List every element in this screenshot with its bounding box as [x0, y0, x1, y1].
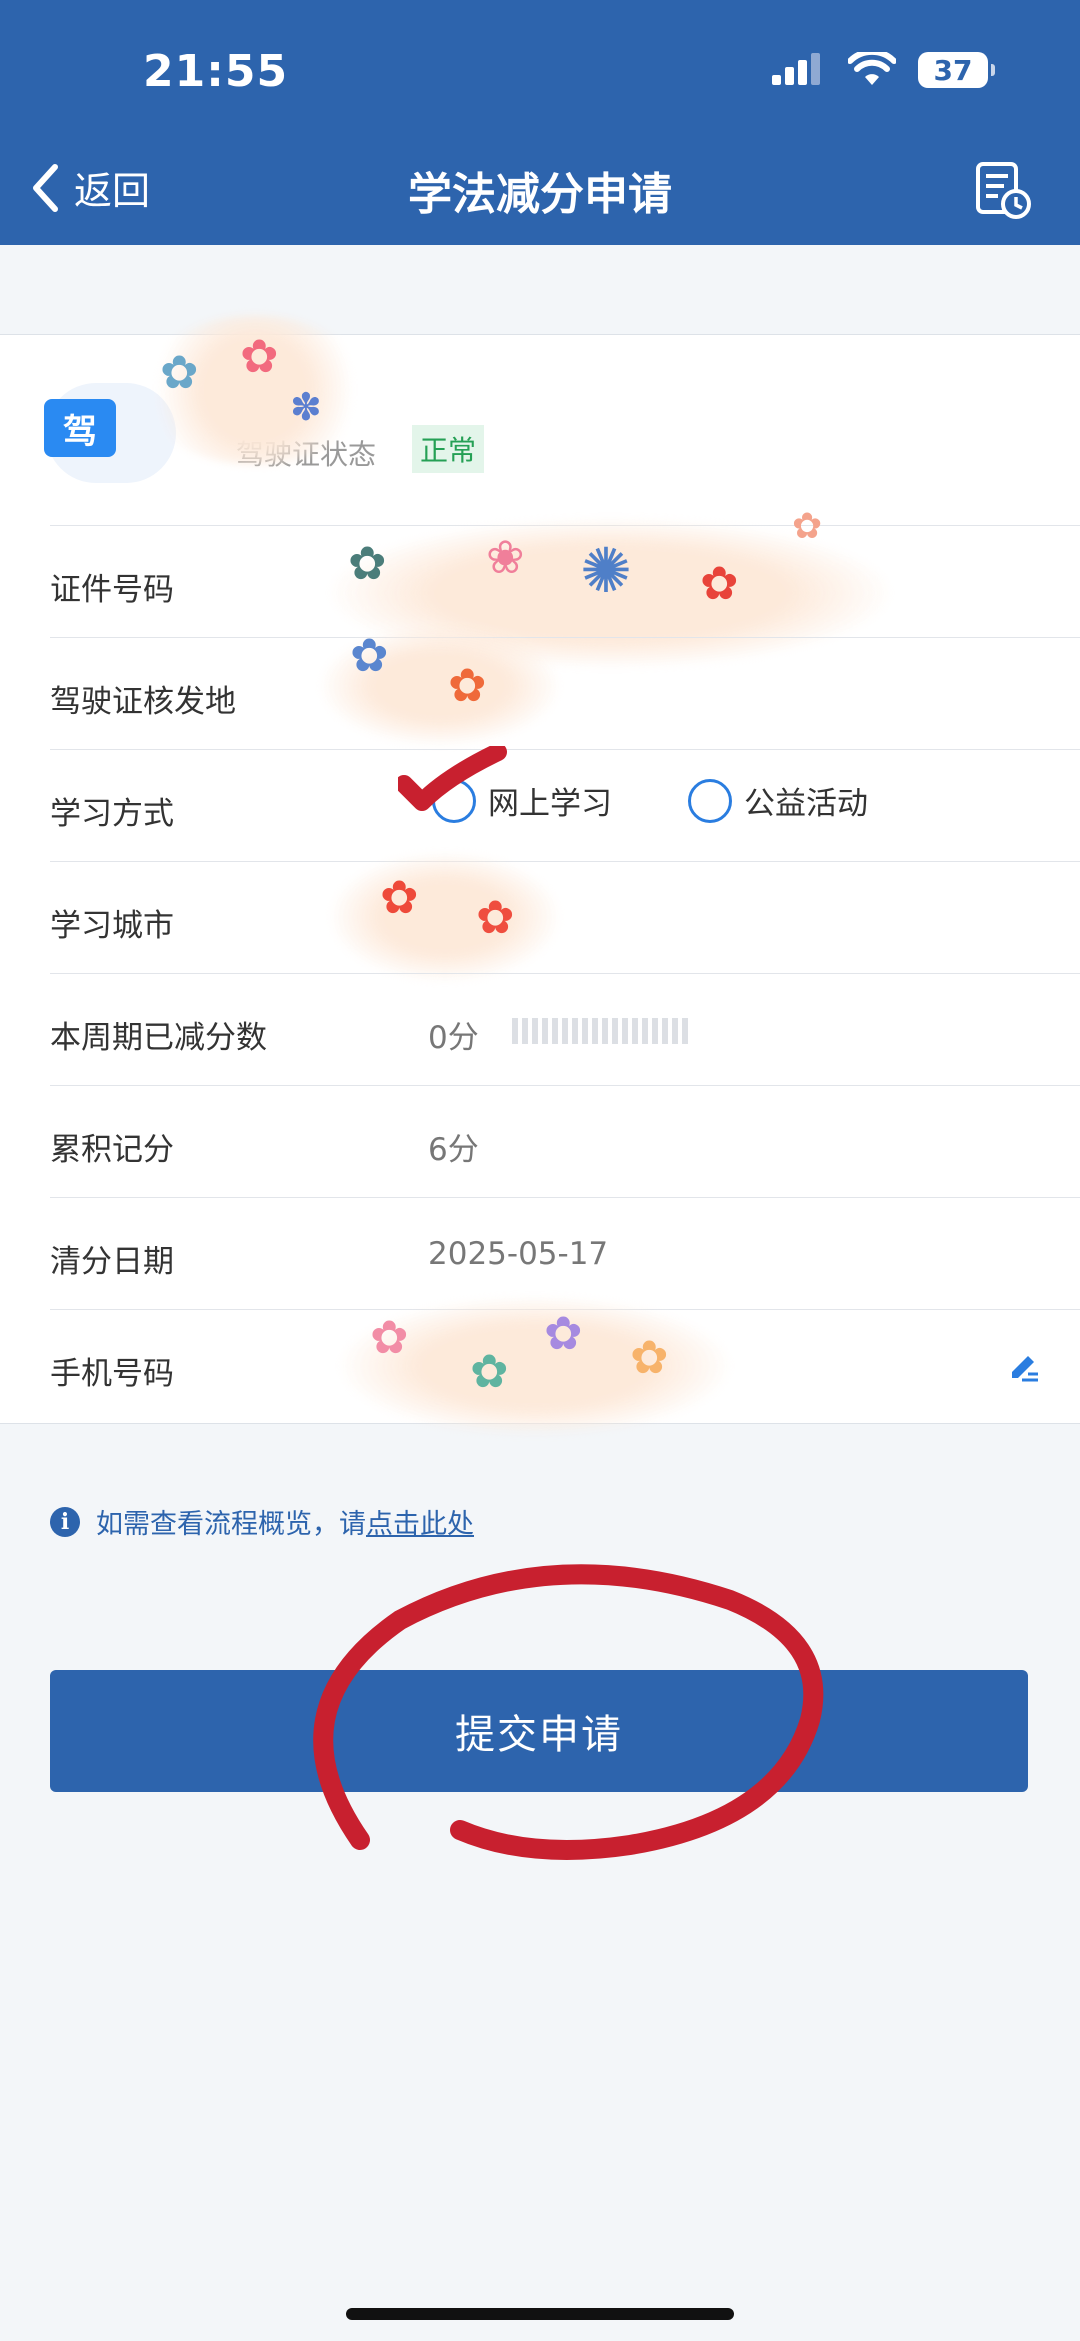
row-issue-place: 驾驶证核发地 ✿ ✿	[50, 626, 1080, 750]
license-icon: 驾	[44, 399, 116, 457]
row-phone: 手机号码 ✿ ✿ ✿ ✿	[50, 1296, 1080, 1436]
top-bar: 21:55 37 返回 学法减分申请	[0, 0, 1080, 245]
flower-decoration: ❀	[486, 530, 525, 584]
accumulated-value: 6分	[428, 1132, 479, 1168]
deducted-value: 0分	[428, 1020, 479, 1056]
flower-decoration: ✿	[792, 506, 823, 547]
wifi-icon	[848, 52, 896, 85]
study-city-label: 学习城市	[50, 908, 174, 944]
flower-decoration: ✿	[630, 1330, 669, 1384]
study-method-label: 学习方式	[50, 796, 174, 832]
submit-button[interactable]: 提交申请	[50, 1670, 1028, 1792]
flower-decoration: ✿	[470, 1344, 509, 1398]
flower-decoration: ✿	[348, 536, 387, 590]
radio-welfare-label: 公益活动	[744, 786, 868, 822]
issue-place-label: 驾驶证核发地	[50, 684, 236, 720]
phone-label: 手机号码	[50, 1356, 174, 1392]
study-method-radio-group: 网上学习 公益活动	[432, 778, 944, 823]
radio-public-welfare[interactable]: 公益活动	[688, 778, 868, 823]
row-clear-date: 清分日期 2025-05-17	[50, 1197, 1080, 1310]
flower-decoration: ✿	[350, 628, 389, 682]
status-icons: 37	[770, 52, 995, 88]
flower-decoration: ✺	[580, 534, 632, 607]
check-mark-annotation	[398, 746, 507, 811]
signal-icon	[772, 53, 820, 85]
flower-decoration: ✿	[160, 345, 199, 399]
battery-indicator: 37	[918, 52, 995, 88]
row-accumulated-points: 累积记分 6分	[50, 1085, 1080, 1198]
info-icon: i	[50, 1506, 80, 1537]
page-title: 学法减分申请	[408, 169, 672, 220]
row-id-number: 证件号码 ✿ ❀ ✺ ✿ ✿	[50, 506, 1080, 668]
accumulated-label: 累积记分	[50, 1132, 174, 1168]
status-time: 21:55	[143, 46, 289, 97]
id-number-label: 证件号码	[50, 572, 174, 608]
row-study-method: 学习方式 网上学习 公益活动	[50, 749, 1080, 862]
clear-date-label: 清分日期	[50, 1244, 174, 1280]
flower-decoration: ✿	[700, 556, 739, 610]
deducted-label: 本周期已减分数	[50, 1020, 267, 1056]
flower-decoration: ✿	[380, 870, 419, 924]
row-study-city: 学习城市 ✿ ✿	[50, 852, 1080, 982]
clear-date-value: 2025-05-17	[428, 1236, 609, 1272]
info-text: 如需查看流程概览，请	[96, 1509, 366, 1540]
process-overview-link[interactable]: 点击此处	[366, 1502, 474, 1541]
status-badge: 正常	[412, 425, 485, 473]
flower-decoration: ✿	[544, 1306, 583, 1360]
privacy-sticker	[330, 852, 560, 982]
process-info: i 如需查看流程概览，请 点击此处	[50, 1502, 474, 1541]
flower-decoration: ✿	[448, 658, 487, 712]
deducted-progress-bar	[512, 1018, 692, 1044]
flower-decoration: ✿	[370, 1310, 409, 1364]
flower-decoration: ✽	[290, 385, 322, 429]
home-indicator	[346, 2308, 734, 2320]
radio-circle	[688, 778, 732, 823]
record-history-icon[interactable]	[972, 160, 1032, 220]
license-status-row: 驾 驾驶证状态 正常 ✿ ✿ ✽	[0, 315, 1080, 525]
flower-decoration: ✿	[476, 890, 515, 944]
flower-decoration: ✿	[240, 329, 279, 383]
edit-icon[interactable]	[1006, 1348, 1042, 1384]
row-deducted-points: 本周期已减分数 0分	[50, 973, 1080, 1086]
info-card: 驾 驾驶证状态 正常 ✿ ✿ ✽ 证件号码 ✿ ❀ ✺ ✿ ✿ 驾驶证核发地 ✿…	[0, 315, 1080, 1436]
